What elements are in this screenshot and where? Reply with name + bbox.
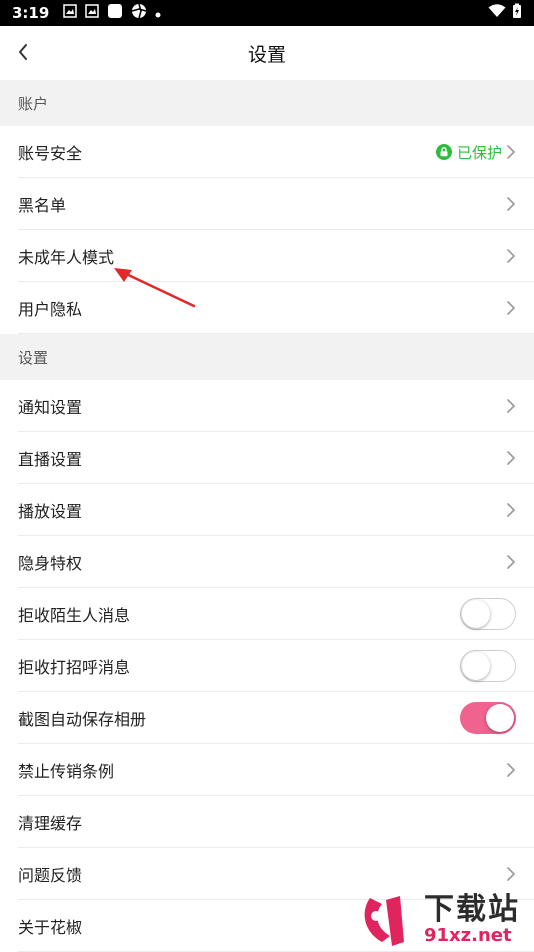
page-title: 设置	[247, 43, 286, 66]
toggle-knob	[462, 599, 490, 628]
row-accessory	[506, 866, 516, 882]
wifi-icon	[488, 4, 506, 22]
app-notification-icon	[107, 3, 123, 23]
settings-row-label: 禁止传销条例	[18, 762, 115, 781]
settings-row[interactable]: 禁止传销条例	[0, 744, 534, 796]
status-time: 3:19	[12, 4, 50, 22]
settings-row-label: 直播设置	[18, 450, 83, 469]
row-accessory	[506, 248, 516, 264]
settings-row-label: 问题反馈	[18, 866, 83, 885]
watermark-url: 91xz.net	[424, 925, 512, 946]
chevron-right-icon	[506, 196, 516, 212]
security-status: 已保护	[435, 142, 502, 163]
chevron-right-icon	[506, 762, 516, 778]
row-accessory	[506, 300, 516, 316]
aperture-notification-icon	[131, 3, 147, 23]
toggle-switch[interactable]	[460, 650, 516, 682]
chevron-right-icon	[506, 248, 516, 264]
row-accessory	[506, 398, 516, 414]
settings-row[interactable]: 未成年人模式	[0, 230, 534, 282]
chevron-right-icon	[506, 450, 516, 466]
security-status-text: 已保护	[456, 143, 502, 162]
settings-row[interactable]: 用户隐私	[0, 282, 534, 334]
settings-row-label: 关于花椒	[18, 918, 83, 937]
settings-row[interactable]: 播放设置	[0, 484, 534, 536]
row-accessory	[506, 554, 516, 570]
settings-row-label: 黑名单	[18, 196, 67, 215]
settings-row[interactable]: 隐身特权	[0, 536, 534, 588]
toggle-switch[interactable]	[460, 702, 516, 734]
row-accessory	[506, 762, 516, 778]
row-accessory: 已保护	[435, 142, 516, 163]
nav-bar: 设置	[0, 26, 534, 80]
toggle-knob	[462, 651, 490, 680]
status-bar: 3:19	[0, 0, 534, 26]
settings-row[interactable]: 截图自动保存相册	[0, 692, 534, 744]
toggle-switch[interactable]	[460, 598, 516, 630]
more-notifications-dot-icon	[155, 4, 161, 22]
settings-row-label: 拒收陌生人消息	[18, 606, 131, 625]
chevron-right-icon	[506, 554, 516, 570]
back-arrow-icon[interactable]	[12, 40, 36, 64]
row-accessory	[460, 598, 516, 630]
watermark: 下载站 91xz.net	[360, 892, 530, 948]
row-accessory	[506, 450, 516, 466]
section-header: 设置	[0, 334, 534, 380]
watermark-text: 下载站	[424, 892, 520, 927]
lock-icon	[435, 144, 457, 160]
settings-row[interactable]: 拒收打招呼消息	[0, 640, 534, 692]
settings-row[interactable]: 拒收陌生人消息	[0, 588, 534, 640]
row-accessory	[460, 650, 516, 682]
settings-list: 账户账号安全 已保护黑名单未成年人模式 用户隐私设置通知设置直播设置播放设置隐身特权…	[0, 80, 534, 952]
battery-charging-icon	[512, 3, 522, 23]
settings-row-label: 截图自动保存相册	[18, 710, 147, 729]
settings-row[interactable]: 通知设置	[0, 380, 534, 432]
toggle-knob	[486, 704, 514, 732]
settings-row[interactable]: 账号安全 已保护	[0, 126, 534, 178]
watermark-logo-icon	[364, 896, 404, 946]
settings-row-label: 账号安全	[18, 144, 83, 163]
row-accessory	[460, 702, 516, 734]
settings-row[interactable]: 黑名单	[0, 178, 534, 230]
settings-row[interactable]: 清理缓存	[0, 796, 534, 848]
gallery-notification-icon	[85, 4, 100, 22]
chevron-right-icon	[506, 398, 516, 414]
row-accessory	[506, 502, 516, 518]
settings-row-label: 拒收打招呼消息	[18, 658, 131, 677]
settings-row[interactable]: 直播设置	[0, 432, 534, 484]
gallery-notification-icon	[63, 4, 78, 22]
chevron-right-icon	[506, 866, 516, 882]
settings-row-label: 清理缓存	[18, 814, 83, 833]
settings-row-label: 播放设置	[18, 502, 83, 521]
settings-row-label: 隐身特权	[18, 554, 83, 573]
chevron-right-icon	[506, 502, 516, 518]
settings-row-label: 用户隐私	[18, 300, 83, 319]
settings-row-label: 未成年人模式	[18, 248, 115, 267]
settings-row-label: 通知设置	[18, 398, 83, 417]
row-accessory	[506, 196, 516, 212]
chevron-right-icon	[506, 144, 516, 160]
section-header: 账户	[0, 80, 534, 126]
chevron-right-icon	[506, 300, 516, 316]
